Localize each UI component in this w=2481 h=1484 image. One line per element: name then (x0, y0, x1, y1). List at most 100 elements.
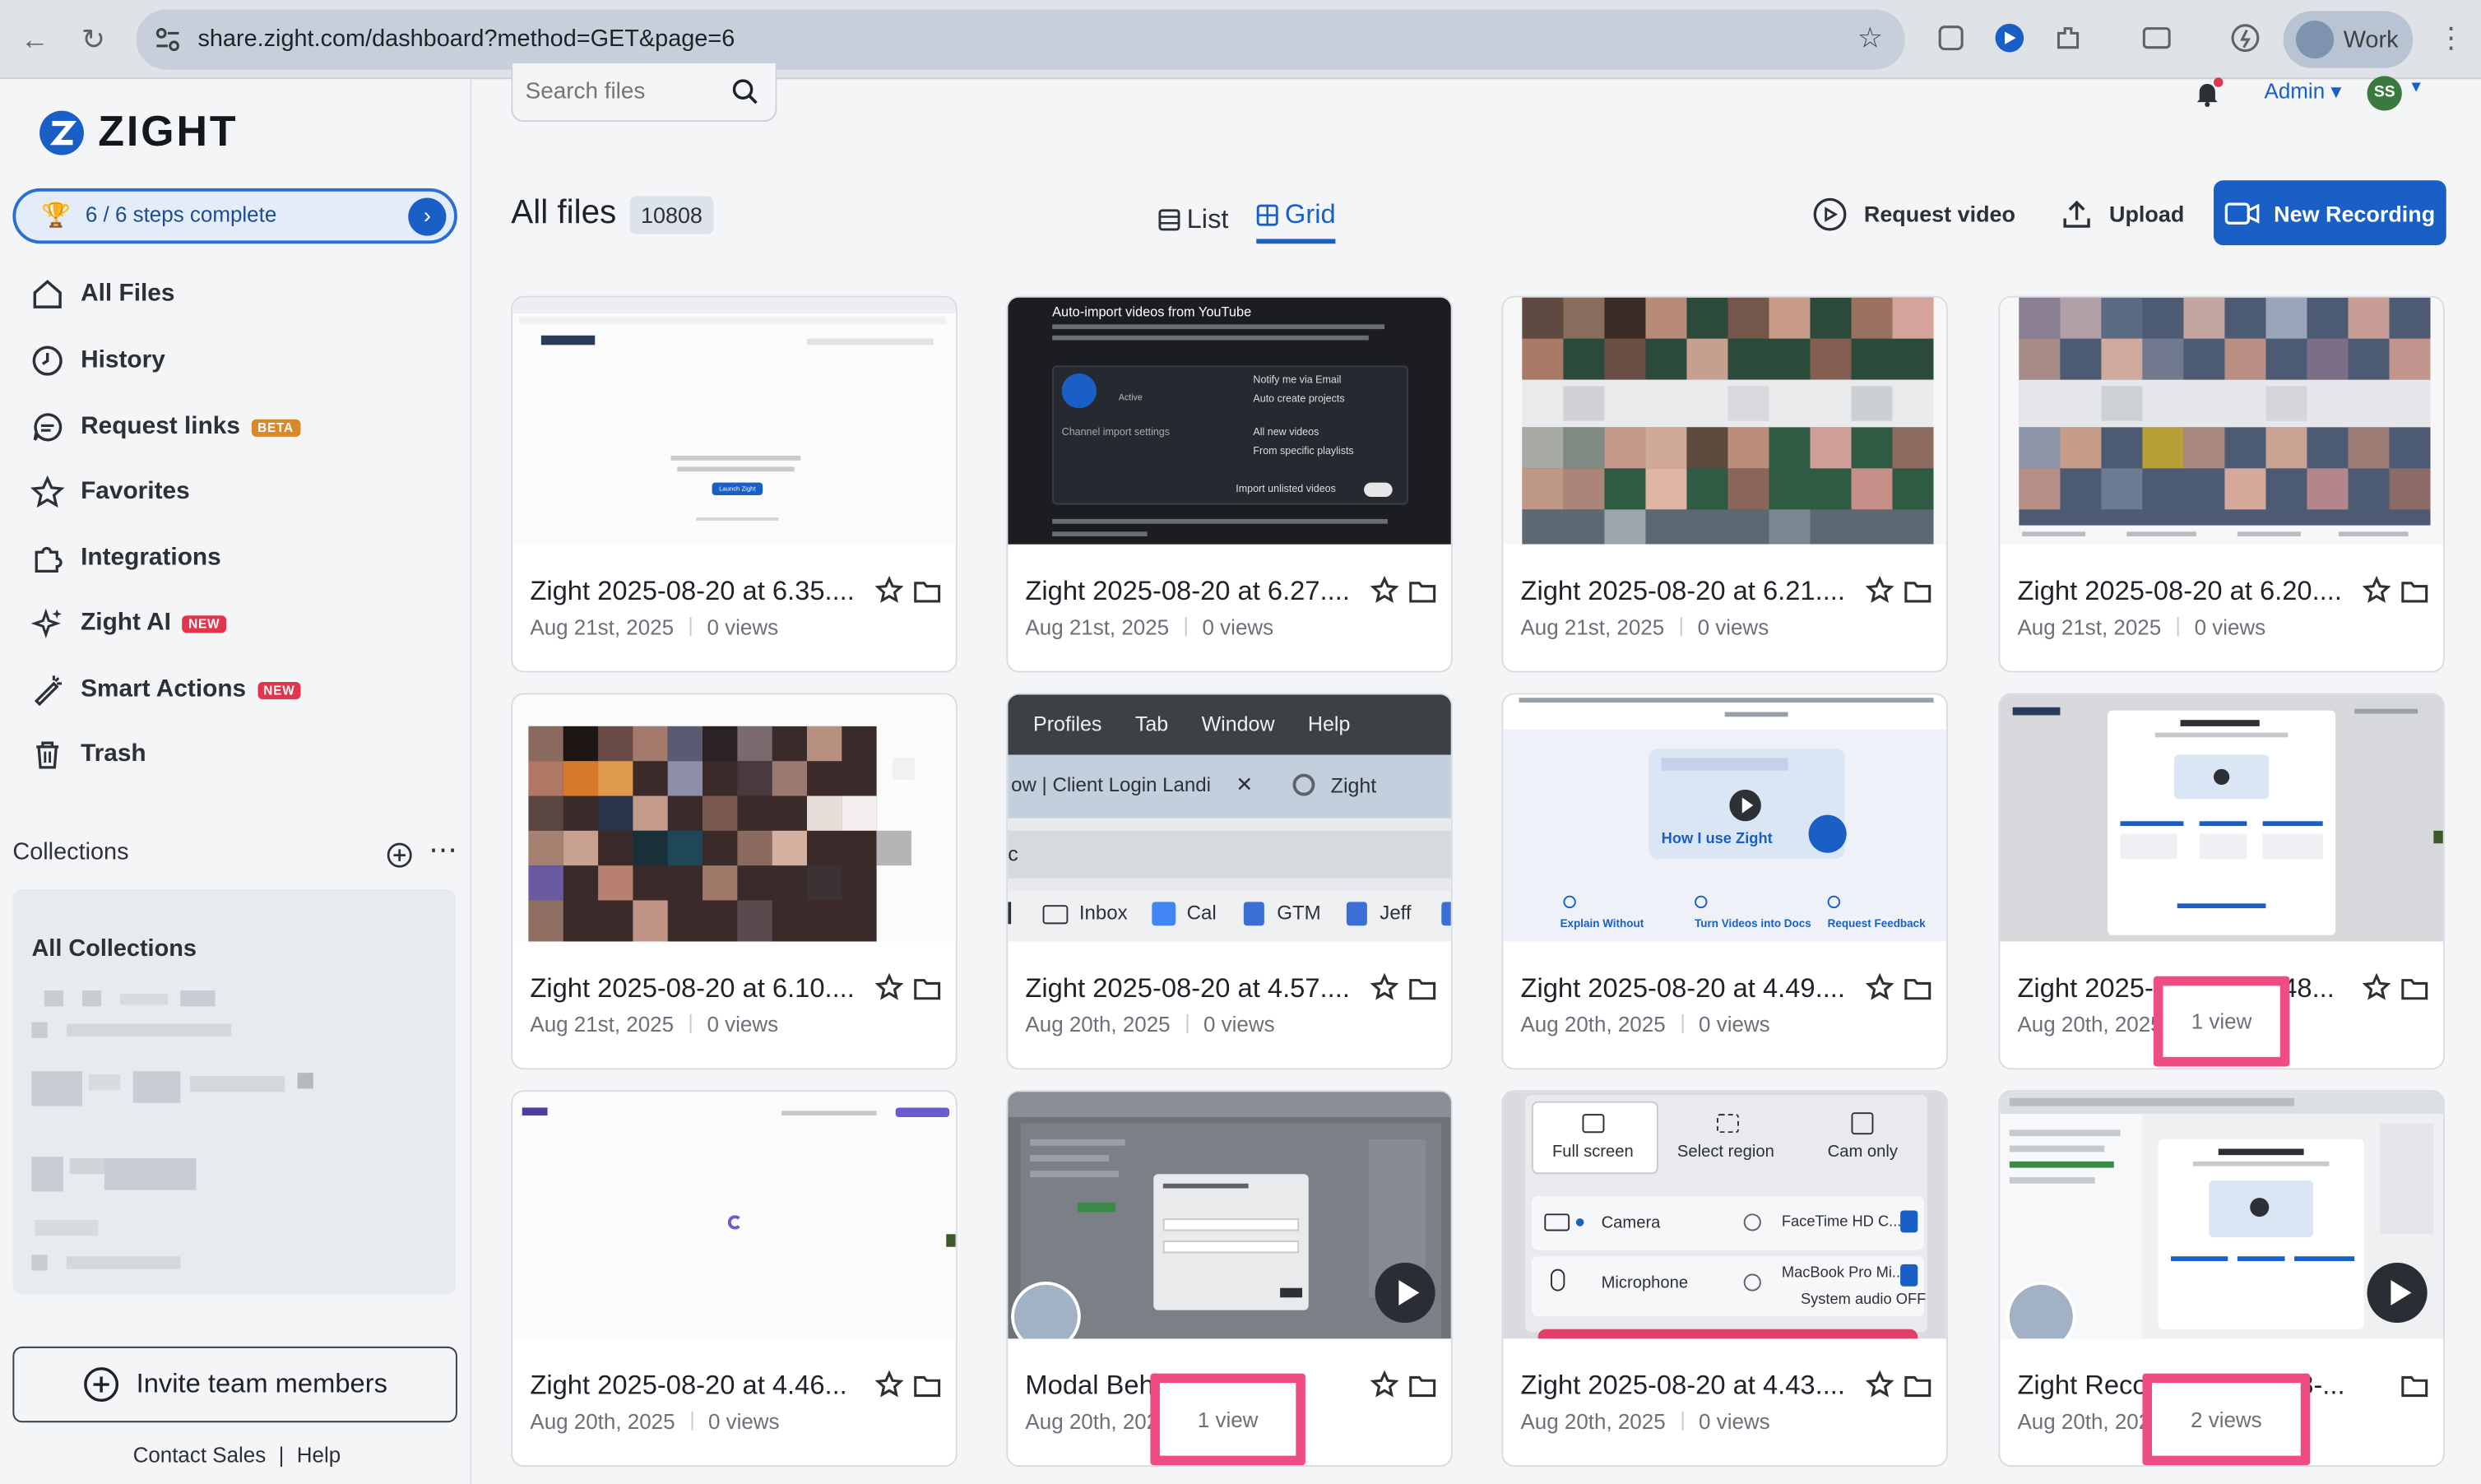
favorite-star-icon[interactable] (1865, 576, 1894, 605)
blurred-collection[interactable] (44, 990, 63, 1007)
file-card[interactable]: Launch Zight Zight 2025-08-20 at 6.35...… (511, 295, 958, 673)
upload-button[interactable]: Upload (2060, 195, 2184, 233)
folder-icon[interactable] (2400, 579, 2429, 605)
view-grid-toggle[interactable]: Grid (1256, 197, 1336, 244)
search-icon[interactable] (731, 77, 760, 106)
file-name[interactable]: Zight 2025-08-20 at 6.27.... (1025, 576, 1354, 607)
blurred-collection[interactable] (31, 1071, 83, 1106)
cast-icon[interactable] (2140, 21, 2174, 55)
file-card[interactable]: Auto-import videos from YouTube Active C… (1006, 295, 1453, 673)
sidebar-item-zight-ai[interactable]: Zight AI NEW (29, 600, 227, 647)
add-collection-icon[interactable] (386, 842, 413, 869)
file-thumbnail[interactable]: Profiles Tab Window Help ow | Client Log… (1008, 694, 1451, 942)
search-input[interactable] (512, 63, 728, 121)
file-card[interactable]: Zight 2025-08-20 at 4.46... Aug 20th, 20… (511, 1090, 958, 1468)
file-thumbnail[interactable]: How I use Zight Explain Without Turn Vid… (1503, 694, 1946, 942)
file-thumbnail[interactable]: Auto-import videos from YouTube Active C… (1008, 297, 1451, 545)
chevron-down-icon[interactable]: ▼ (2409, 79, 2424, 96)
folder-icon[interactable] (1904, 1374, 1932, 1399)
file-card[interactable]: Zight 2025-08-20 at 6.10.... Aug 21st, 2… (511, 693, 958, 1070)
notifications-bell-icon[interactable] (2193, 77, 2224, 108)
file-name[interactable]: Zight 2025-08-20 at 4.43.... (1520, 1370, 1849, 1402)
extension-icon[interactable] (1934, 21, 1969, 55)
file-thumbnail[interactable] (1503, 297, 1946, 545)
chevron-right-icon[interactable]: › (408, 197, 447, 236)
profile-chip[interactable]: Work (2283, 11, 2414, 68)
folder-icon[interactable] (1408, 1374, 1437, 1399)
file-name[interactable]: Zight 2025-08-20 at 4.49.... (1520, 973, 1849, 1004)
blurred-collection[interactable] (35, 1220, 99, 1236)
file-name[interactable]: Zight 2025-08-20 at 6.21.... (1520, 576, 1849, 607)
favorite-star-icon[interactable] (1370, 576, 1399, 605)
sidebar-item-integrations[interactable]: Integrations (29, 535, 221, 582)
new-recording-button[interactable]: New Recording (2213, 180, 2446, 246)
user-avatar[interactable]: SS (2367, 76, 2402, 111)
more-options-icon[interactable]: ⋯ (429, 834, 459, 867)
onboarding-steps[interactable]: 🏆 6 / 6 steps complete › (12, 188, 457, 244)
file-name[interactable]: Zight 2025-08-20 at 6.20.... (2017, 576, 2346, 607)
help-link[interactable]: Help (297, 1443, 341, 1467)
play-icon[interactable] (2367, 1262, 2428, 1324)
bookmark-star-icon[interactable]: ☆ (1857, 22, 1883, 55)
file-thumbnail[interactable] (512, 1092, 956, 1339)
puzzle-extensions-icon[interactable] (2051, 21, 2085, 55)
reload-icon[interactable]: ↻ (77, 24, 109, 55)
address-bar[interactable]: share.zight.com/dashboard?method=GET&pag… (136, 9, 1905, 70)
favorite-star-icon[interactable] (874, 972, 904, 1002)
file-card[interactable]: Zight 2025-08-20 at 6.20.... Aug 21st, 2… (1998, 295, 2445, 673)
site-settings-icon[interactable] (152, 24, 183, 55)
file-thumbnail[interactable] (2000, 297, 2443, 545)
folder-icon[interactable] (2400, 1374, 2429, 1399)
admin-menu[interactable]: Admin ▾ (2265, 79, 2342, 104)
play-icon[interactable] (1375, 1262, 1435, 1324)
contact-sales-link[interactable]: Contact Sales (133, 1443, 267, 1467)
sidebar-item-history[interactable]: History (29, 337, 165, 385)
folder-icon[interactable] (1408, 579, 1437, 605)
file-card[interactable]: Full screen Select region Cam only Camer… (1501, 1090, 1948, 1468)
file-thumbnail[interactable]: Full screen Select region Cam only Camer… (1503, 1092, 1946, 1339)
request-video-button[interactable]: Request video (1811, 195, 2015, 233)
folder-icon[interactable] (2400, 976, 2429, 1002)
favorite-star-icon[interactable] (1370, 972, 1399, 1002)
file-thumbnail[interactable] (2000, 1092, 2443, 1339)
file-thumbnail[interactable] (2000, 694, 2443, 942)
favorite-star-icon[interactable] (1865, 972, 1894, 1002)
folder-icon[interactable] (913, 1374, 942, 1399)
file-name[interactable]: Zight 2025-08-20 at 6.10.... (530, 973, 859, 1004)
file-card[interactable]: Zight 2025-08-20 at 6.21.... Aug 21st, 2… (1501, 295, 1948, 673)
file-name[interactable]: Zight 2025-08-20 at 6.35.... (530, 576, 859, 607)
blurred-collection[interactable] (31, 1254, 48, 1271)
sidebar-item-trash[interactable]: Trash (29, 731, 146, 779)
folder-icon[interactable] (1904, 976, 1932, 1002)
zight-extension-icon[interactable] (1992, 21, 2027, 55)
sidebar-item-smart-actions[interactable]: Smart Actions NEW (29, 666, 302, 714)
folder-icon[interactable] (1408, 976, 1437, 1002)
folder-icon[interactable] (913, 579, 942, 605)
all-collections-label[interactable]: All Collections (31, 935, 196, 962)
file-card[interactable]: Profiles Tab Window Help ow | Client Log… (1006, 693, 1453, 1070)
folder-icon[interactable] (1904, 579, 1932, 605)
file-thumbnail[interactable] (512, 694, 956, 942)
sidebar-item-request-links[interactable]: Request links BETA (29, 403, 300, 451)
performance-icon[interactable] (2228, 21, 2262, 55)
invite-team-button[interactable]: Invite team members (12, 1346, 457, 1423)
file-thumbnail[interactable] (1008, 1092, 1451, 1339)
file-name[interactable]: Zight 2025-08-20 at 4.46... (530, 1370, 859, 1402)
favorite-star-icon[interactable] (874, 1370, 904, 1399)
favorite-star-icon[interactable] (1865, 1370, 1894, 1399)
blurred-collection[interactable] (31, 1157, 63, 1192)
view-list-toggle[interactable]: List (1158, 197, 1229, 244)
file-name[interactable]: Zight 2025-08-20 at 4.57.... (1025, 973, 1354, 1004)
zight-logo[interactable]: ZIGHT (38, 108, 238, 157)
favorite-star-icon[interactable] (874, 576, 904, 605)
favorite-star-icon[interactable] (2362, 576, 2391, 605)
file-card[interactable]: How I use Zight Explain Without Turn Vid… (1501, 693, 1948, 1070)
file-thumbnail[interactable]: Launch Zight (512, 297, 956, 545)
sidebar-item-favorites[interactable]: Favorites (29, 468, 190, 516)
folder-icon[interactable] (913, 976, 942, 1002)
search-files[interactable] (511, 63, 777, 123)
browser-menu-icon[interactable]: ⋮ (2437, 22, 2465, 55)
favorite-star-icon[interactable] (2362, 972, 2391, 1002)
favorite-star-icon[interactable] (1370, 1370, 1399, 1399)
back-icon[interactable]: ← (19, 24, 50, 55)
